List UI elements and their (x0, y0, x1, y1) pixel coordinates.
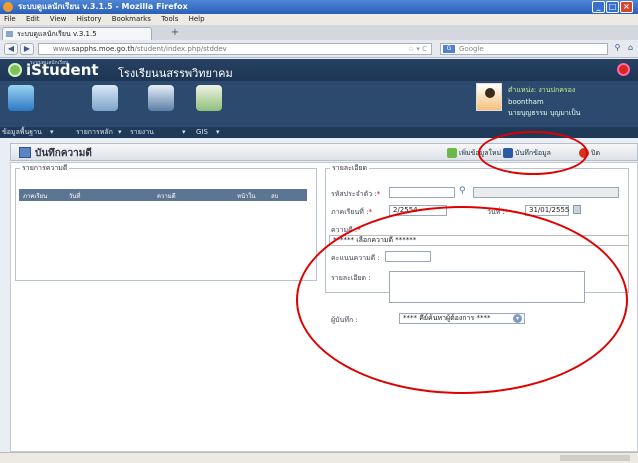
menu-bookmarks[interactable]: Bookmarks (112, 15, 151, 23)
menu-file[interactable]: File (4, 15, 16, 23)
tab-bar: ระบบดูแลนักเรียน v.3.1.5 + (0, 25, 638, 40)
search-box[interactable]: G Google (440, 43, 608, 55)
url-bar[interactable]: www.sapphs.moe.go.th/student/index.php/s… (38, 43, 432, 55)
col-page: หน้าใน (237, 193, 256, 200)
nav-chevron-icon: ▾ (182, 128, 186, 136)
app-header-top: ระบบดูแลนักเรียน iStudent โรงเรียนนสรรพว… (0, 59, 638, 81)
menu-bar: File Edit View History Bookmarks Tools H… (0, 14, 638, 25)
menu-view[interactable]: View (50, 15, 67, 23)
url-path: /student/index.php/stddev (134, 45, 227, 53)
nav-chevron-icon: ▾ (216, 128, 220, 136)
url-host: sapphs.moe.go.th (71, 45, 135, 53)
search-icon[interactable]: ⚲ (459, 186, 466, 196)
close-label: ปิด (591, 149, 600, 157)
close-window-button[interactable]: × (620, 1, 633, 13)
bookmark-star-icon[interactable]: ☆ ▾ C (408, 44, 427, 54)
menu-help[interactable]: Help (189, 15, 205, 23)
annotation-circle-form (296, 206, 628, 394)
home-icon[interactable]: ⌂ (625, 43, 636, 55)
url-prefix: www. (53, 45, 72, 53)
calendar-icon[interactable] (573, 205, 581, 214)
new-tab-button[interactable]: + (168, 27, 182, 39)
forward-button[interactable]: ▶ (20, 43, 34, 55)
search-placeholder: Google (459, 45, 484, 53)
report-module-icon[interactable] (148, 85, 174, 111)
page-favicon-icon (6, 31, 13, 37)
browser-tab[interactable]: ระบบดูแลนักเรียน v.3.1.5 (2, 27, 152, 40)
back-button[interactable]: ◀ (4, 43, 18, 55)
annotation-circle-save (478, 131, 588, 175)
user-role: ตำแหน่ง: งานปกครอง (508, 86, 576, 94)
list-fieldset: รายการความดี (15, 163, 317, 281)
menu-edit[interactable]: Edit (26, 15, 40, 23)
basic-data-module-icon[interactable] (8, 85, 34, 111)
col-delete: ลบ (271, 193, 279, 200)
google-icon: G (443, 45, 455, 53)
window-title: ระบบดูแลนักเรียน v.3.1.5 - Mozilla Firef… (18, 2, 188, 11)
reload-label: C (422, 45, 427, 53)
list-legend: รายการความดี (22, 164, 68, 172)
gis-map-module-icon[interactable] (196, 85, 222, 111)
logout-power-icon[interactable] (617, 63, 630, 76)
add-icon (447, 148, 457, 158)
school-name: โรงเรียนนสรรพวิทยาคม (118, 67, 233, 80)
firefox-icon (3, 2, 13, 12)
col-date: วันที่ (69, 193, 81, 200)
nav-gis[interactable]: GIS (196, 127, 208, 138)
app-header: ระบบดูแลนักเรียน iStudent โรงเรียนนสรรพว… (0, 59, 638, 127)
istudent-logo-icon (8, 63, 22, 77)
maximize-button[interactable]: □ (606, 1, 619, 13)
scrollbar[interactable] (560, 455, 630, 461)
student-id-label: รหัสประจำตัว :* (331, 190, 381, 198)
status-bar (0, 452, 638, 463)
nav-chevron-icon: ▾ (118, 128, 122, 136)
nav-report[interactable]: รายงาน (130, 127, 154, 138)
menu-history[interactable]: History (77, 15, 102, 23)
menu-tools[interactable]: Tools (161, 15, 178, 23)
user-fullname: นายบุญธรรม บุญมาเป็น (508, 109, 581, 117)
term-label: ภาคเรียนที่ :* (331, 208, 372, 216)
detail-legend: รายละเอียด (332, 164, 368, 172)
page-title: บันทึกความดี (35, 148, 92, 159)
window-titlebar: ระบบดูแลนักเรียน v.3.1.5 - Mozilla Firef… (0, 0, 638, 14)
nav-chevron-icon: ▾ (50, 128, 54, 136)
avatar (476, 83, 502, 111)
col-goodness: ความดี (157, 193, 176, 200)
list-table-header: ภาคเรียน วันที่ ความดี หน้าใน ลบ (19, 189, 307, 201)
navigation-bar: ◀ ▶ www.sapphs.moe.go.th/student/index.p… (0, 40, 638, 58)
user-panel: ตำแหน่ง: งานปกครอง boontham นายบุญธรรม บ… (476, 83, 636, 123)
nav-main-menu[interactable]: รายการหลัก (76, 127, 113, 138)
col-term: ภาคเรียน (23, 193, 48, 200)
search-go-icon[interactable]: ⚲ (612, 43, 623, 55)
page-form-icon (19, 147, 31, 158)
student-name-input (473, 187, 619, 198)
student-id-input[interactable] (389, 187, 455, 198)
tab-label: ระบบดูแลนักเรียน v.3.1.5 (17, 30, 97, 38)
nav-basic-data[interactable]: ข้อมูลพื้นฐาน (2, 127, 42, 138)
user-login: boontham (508, 98, 544, 106)
minimize-button[interactable]: _ (592, 1, 605, 13)
logo-text: iStudent (26, 61, 99, 79)
avatar-head-icon (485, 88, 495, 98)
main-menu-module-icon[interactable] (92, 85, 118, 111)
